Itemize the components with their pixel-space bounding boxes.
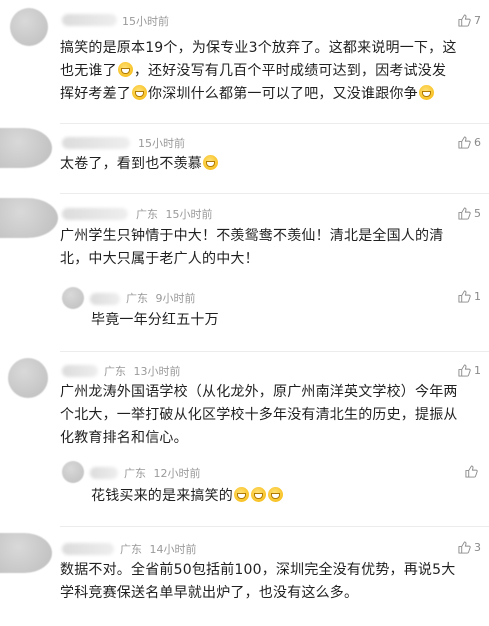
- comment-meta: 广东 9小时前: [126, 290, 196, 306]
- comment-location: 广东: [120, 543, 142, 556]
- thumbs-up-icon: [458, 541, 471, 554]
- like-button[interactable]: 3: [458, 541, 481, 554]
- comment-meta: 15小时前: [138, 135, 185, 151]
- comment-text: 毕竟一年分红五十万: [91, 309, 471, 332]
- like-button[interactable]: 7: [458, 14, 481, 27]
- avatar[interactable]: [62, 287, 84, 309]
- like-count: 3: [474, 541, 481, 554]
- thumbs-up-icon: [458, 364, 471, 377]
- like-button[interactable]: 1: [458, 290, 481, 303]
- like-count: 5: [474, 207, 481, 220]
- username-blurred[interactable]: [62, 543, 114, 555]
- comment-line: 数据不对。全省前50包括前100，深圳完全没有优势，再说5大: [60, 562, 456, 578]
- like-button[interactable]: [465, 465, 481, 478]
- like-button[interactable]: 1: [458, 364, 481, 377]
- grin-emoji-icon: [418, 85, 434, 100]
- divider: [60, 123, 489, 124]
- comment-location: 广东: [126, 292, 148, 305]
- username-blurred[interactable]: [62, 365, 98, 377]
- comment-meta: 广东 14小时前: [120, 541, 197, 557]
- comment-meta: 广东 13小时前: [104, 363, 181, 379]
- comment-text: 搞笑的是原本19个，为保专业3个放弃了。这都来说明一下，这 也无谁了 ，还好没写有…: [60, 37, 480, 106]
- like-button[interactable]: 6: [458, 136, 481, 149]
- comment-time: 15小时前: [165, 208, 213, 221]
- comment-time: 14小时前: [149, 543, 197, 556]
- comment-time: 15小时前: [138, 137, 185, 150]
- thumbs-up-icon: [465, 465, 478, 478]
- avatar[interactable]: [62, 461, 84, 483]
- comment-time: 12小时前: [153, 467, 201, 480]
- comment-line: 北，中大只属于老广人的中大！: [60, 251, 259, 267]
- grin-emoji-icon: [268, 487, 283, 502]
- comment-text: 广州学生只钟情于中大！不羡鸳鸯不羡仙！清北是全国人的清 北，中大只属于老广人的中…: [60, 225, 480, 271]
- comment-text: 太卷了，看到也不羡慕: [60, 153, 480, 176]
- comment-text: 数据不对。全省前50包括前100，深圳完全没有优势，再说5大 学科竞赛保送名单早…: [60, 559, 480, 605]
- comment-meta: 广东 15小时前: [136, 206, 213, 222]
- comment-text: 花钱买来的是来搞笑的: [91, 485, 471, 508]
- comment-line: 搞笑的是原本19个，为保专业3个放弃了。这都来说明一下，这: [60, 40, 457, 56]
- grin-emoji-icon: [234, 487, 249, 502]
- comment-meta: 15小时前: [122, 13, 169, 29]
- comment-meta: 广东 12小时前: [124, 465, 201, 481]
- comment-time: 15小时前: [122, 15, 169, 28]
- grin-emoji-icon: [251, 487, 266, 502]
- comment-line: 毕竟一年分红五十万: [91, 312, 219, 328]
- like-count: 6: [474, 136, 481, 149]
- comment-location: 广东: [136, 208, 158, 221]
- comment-line: 广州学生只钟情于中大！不羡鸳鸯不羡仙！清北是全国人的清: [60, 228, 444, 244]
- avatar[interactable]: [0, 198, 58, 238]
- comment-time: 9小时前: [155, 292, 196, 305]
- comment-line: 化教育排名和信心。: [60, 430, 188, 446]
- comment-line: 广州龙涛外国语学校（从化龙外，原广州南洋英文学校）今年两: [60, 384, 458, 400]
- thumbs-up-icon: [458, 136, 471, 149]
- thumbs-up-icon: [458, 207, 471, 220]
- grin-emoji-icon: [117, 62, 133, 77]
- comment-location: 广东: [104, 365, 126, 378]
- comment-location: 广东: [124, 467, 146, 480]
- comment-line: 也无谁了 ，还好没写有几百个平时成绩可达到，因考试没发: [60, 62, 447, 79]
- avatar[interactable]: [10, 8, 48, 46]
- username-blurred[interactable]: [90, 467, 118, 479]
- username-blurred[interactable]: [62, 137, 130, 149]
- divider: [60, 351, 489, 352]
- comment-line: 学科竞赛保送名单早就出炉了，也没有这么多。: [60, 585, 359, 601]
- comment-time: 13小时前: [133, 365, 181, 378]
- avatar[interactable]: [0, 533, 52, 573]
- divider: [60, 526, 489, 527]
- like-button[interactable]: 5: [458, 207, 481, 220]
- like-count: 7: [474, 14, 481, 27]
- grin-emoji-icon: [132, 85, 147, 100]
- username-blurred[interactable]: [90, 293, 120, 305]
- grin-emoji-icon: [203, 155, 218, 170]
- avatar[interactable]: [8, 358, 48, 398]
- comment-line: 个北大，一举打破从化区学校十多年没有清北生的历史，提振从: [60, 407, 458, 423]
- divider: [60, 193, 489, 194]
- comment-line: 太卷了，看到也不羡慕: [60, 153, 480, 176]
- like-count: 1: [474, 364, 481, 377]
- comment-line: 花钱买来的是来搞笑的: [91, 485, 471, 508]
- avatar[interactable]: [0, 128, 52, 168]
- thumbs-up-icon: [458, 290, 471, 303]
- comment-line: 挥好考差了 你深圳什么都第一可以了吧，又没谁跟你争: [60, 83, 480, 106]
- thumbs-up-icon: [458, 14, 471, 27]
- like-count: 1: [474, 290, 481, 303]
- username-blurred[interactable]: [62, 14, 117, 26]
- username-blurred[interactable]: [62, 208, 128, 220]
- comment-text: 广州龙涛外国语学校（从化龙外，原广州南洋英文学校）今年两 个北大，一举打破从化区…: [60, 381, 480, 450]
